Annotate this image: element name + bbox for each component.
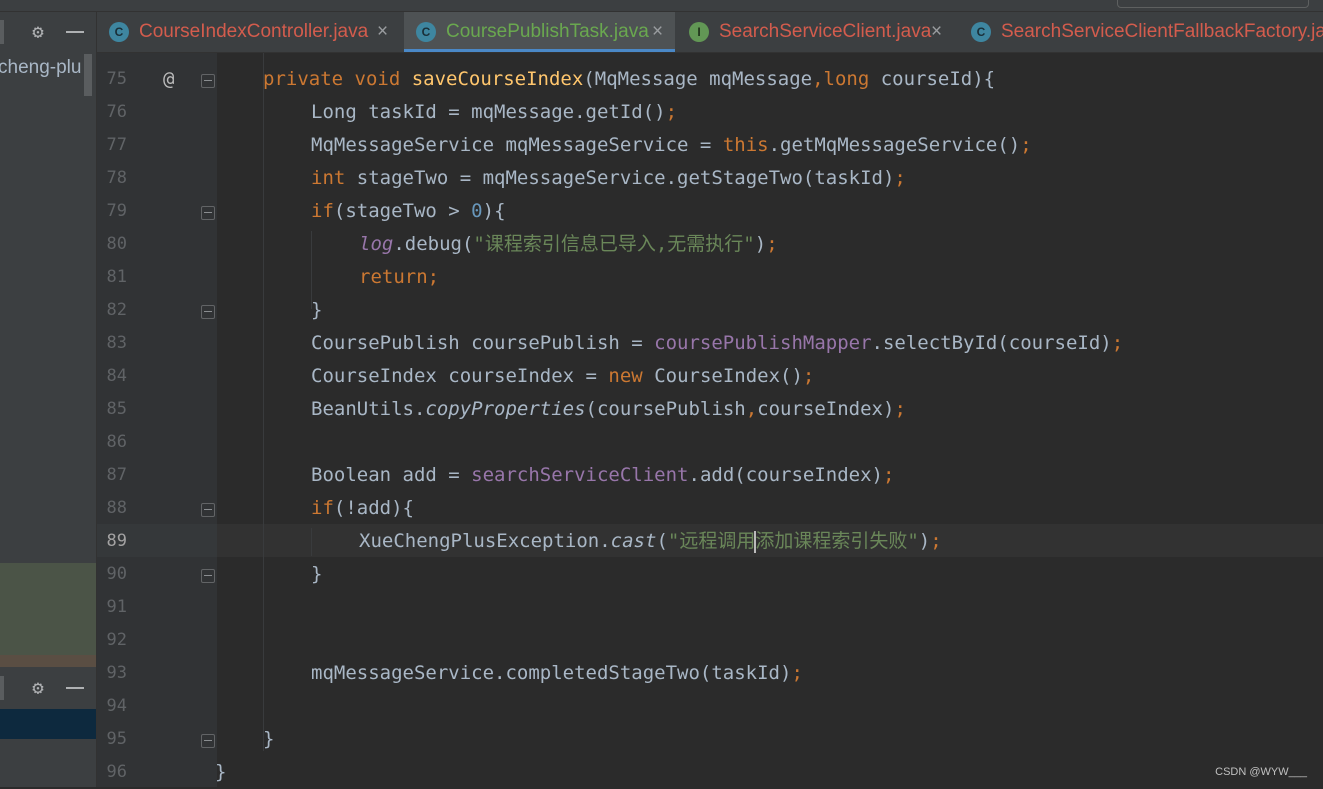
code-line[interactable]: 76 Long taskId = mqMessage.getId(); <box>97 96 1323 129</box>
line-text: mqMessageService.completedStageTwo(taskI… <box>311 662 803 684</box>
close-icon[interactable]: × <box>377 12 388 52</box>
line-number: 82 <box>106 300 127 320</box>
line-number: 93 <box>106 663 127 683</box>
line-number: 77 <box>106 135 127 155</box>
code-line-current[interactable]: 89 XueChengPlusException.cast("远程调用添加课程索… <box>97 525 1323 558</box>
class-icon: C <box>416 22 436 42</box>
scrollbar[interactable] <box>84 54 92 96</box>
code-line[interactable]: 85 BeanUtils.copyProperties(coursePublis… <box>97 393 1323 426</box>
code-line[interactable]: 90 } <box>97 558 1323 591</box>
line-text: if(!add){ <box>311 497 414 519</box>
bottom-toolbar: ⚙ <box>0 668 96 708</box>
tab-label: SearchServiceClient.java <box>719 21 932 42</box>
code-line[interactable]: 94 <box>97 690 1323 723</box>
line-text: if(stageTwo > 0){ <box>311 200 506 222</box>
text-caret <box>754 530 757 553</box>
watermark: CSDN @WYW___ <box>1215 766 1307 778</box>
tab-course-index-controller[interactable]: C CourseIndexController.java × <box>97 12 403 52</box>
close-icon[interactable]: × <box>931 12 942 52</box>
interface-icon: I <box>689 22 709 42</box>
hide-icon[interactable] <box>66 31 84 33</box>
code-line[interactable]: 87 Boolean add = searchServiceClient.add… <box>97 459 1323 492</box>
line-text: return; <box>359 266 440 288</box>
line-text: } <box>311 299 323 321</box>
tab-search-service-client-fallback-factory[interactable]: C SearchServiceClientFallbackFactory.jav… <box>959 12 1323 52</box>
code-line[interactable]: 95 } <box>97 723 1323 756</box>
code-line[interactable]: 92 <box>97 624 1323 657</box>
line-text: CoursePublish coursePublish = coursePubl… <box>311 332 1124 354</box>
code-line[interactable]: 78 int stageTwo = mqMessageService.getSt… <box>97 162 1323 195</box>
line-text: } <box>311 563 323 585</box>
close-icon[interactable]: × <box>652 12 663 52</box>
project-tree-item[interactable]: cheng-plus- <box>0 57 82 79</box>
line-text: XueChengPlusException.cast("远程调用添加课程索引失败… <box>359 530 942 553</box>
code-line[interactable]: 82 } <box>97 294 1323 327</box>
line-number: 90 <box>106 564 127 584</box>
code-line[interactable]: 93 mqMessageService.completedStageTwo(ta… <box>97 657 1323 690</box>
line-text: private void saveCourseIndex(MqMessage m… <box>263 68 996 90</box>
gear-icon[interactable]: ⚙ <box>27 21 49 43</box>
code-line[interactable]: 81 return; <box>97 261 1323 294</box>
line-number: 94 <box>106 696 127 716</box>
tab-label: SearchServiceClientFallbackFactory.java <box>1001 21 1323 42</box>
code-line[interactable]: 77 MqMessageService mqMessageService = t… <box>97 129 1323 162</box>
line-number: 83 <box>106 333 127 353</box>
line-number: 85 <box>106 399 127 419</box>
editor-tab-bar: C CourseIndexController.java × C CourseP… <box>97 12 1323 53</box>
class-icon: C <box>109 22 129 42</box>
line-number: 91 <box>106 597 127 617</box>
code-line[interactable]: 91 <box>97 591 1323 624</box>
title-strip <box>0 0 1323 12</box>
toolbar-grip <box>0 20 4 44</box>
code-line[interactable]: 75 private void saveCourseIndex(MqMessag… <box>97 63 1323 96</box>
project-tool-window: ⚙ cheng-plus- ⚙ <box>0 12 97 787</box>
line-number: 75 <box>106 69 127 89</box>
modified-region <box>0 563 96 655</box>
gear-icon[interactable]: ⚙ <box>27 677 49 699</box>
line-text: BeanUtils.copyProperties(coursePublish,c… <box>311 398 906 420</box>
project-toolbar: ⚙ <box>0 12 96 52</box>
line-text: CourseIndex courseIndex = new CourseInde… <box>311 365 815 387</box>
code-line[interactable]: 80 log.debug("课程索引信息已导入,无需执行"); <box>97 228 1323 261</box>
line-number: 80 <box>106 234 127 254</box>
toolbar-grip <box>0 676 4 700</box>
code-line[interactable]: 88 if(!add){ <box>97 492 1323 525</box>
line-number: 76 <box>106 102 127 122</box>
code-line[interactable]: 83 CoursePublish coursePublish = courseP… <box>97 327 1323 360</box>
code-line[interactable]: 79 if(stageTwo > 0){ <box>97 195 1323 228</box>
line-number: 86 <box>106 432 127 452</box>
line-text: } <box>215 761 227 783</box>
code-line[interactable]: 84 CourseIndex courseIndex = new CourseI… <box>97 360 1323 393</box>
line-text: log.debug("课程索引信息已导入,无需执行"); <box>359 233 778 255</box>
line-number: 95 <box>106 729 127 749</box>
selected-row[interactable] <box>0 709 96 739</box>
code-line[interactable]: 86 <box>97 426 1323 459</box>
line-number: 92 <box>106 630 127 650</box>
line-number: 78 <box>106 168 127 188</box>
tab-search-service-client[interactable]: I SearchServiceClient.java × <box>677 12 955 52</box>
code-editor[interactable]: @ 75 private void saveCourseIndex(MqMess… <box>97 53 1323 787</box>
line-text: Long taskId = mqMessage.getId(); <box>311 101 678 123</box>
line-text: MqMessageService mqMessageService = this… <box>311 134 1032 156</box>
tab-label: CoursePublishTask.java <box>446 21 649 42</box>
line-number: 96 <box>106 762 127 782</box>
line-number: 81 <box>106 267 127 287</box>
line-number: 87 <box>106 465 127 485</box>
tab-course-publish-task[interactable]: C CoursePublishTask.java × <box>404 12 675 52</box>
tab-label: CourseIndexController.java <box>139 21 369 42</box>
line-number: 89 <box>106 531 127 551</box>
code-line[interactable]: 96 } <box>97 756 1323 789</box>
run-config-selector[interactable] <box>1117 0 1309 8</box>
line-text: int stageTwo = mqMessageService.getStage… <box>311 167 906 189</box>
line-number: 79 <box>106 201 127 221</box>
panel-divider[interactable] <box>0 655 96 667</box>
line-text: } <box>263 728 275 750</box>
line-number: 88 <box>106 498 127 518</box>
hide-icon[interactable] <box>66 687 84 689</box>
line-text: Boolean add = searchServiceClient.add(co… <box>311 464 895 486</box>
class-icon: C <box>971 22 991 42</box>
line-number: 84 <box>106 366 127 386</box>
